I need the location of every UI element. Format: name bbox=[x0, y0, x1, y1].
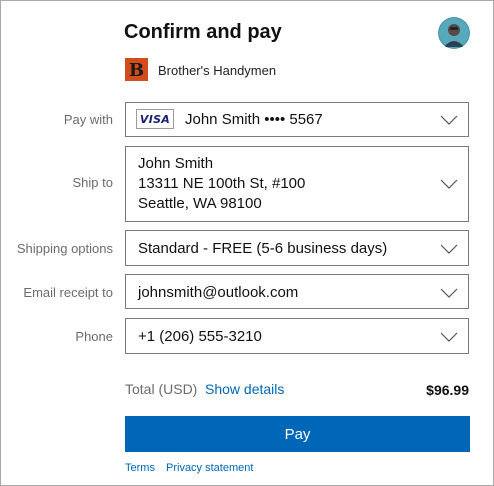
show-details-link[interactable]: Show details bbox=[205, 381, 284, 397]
phone-label: Phone bbox=[75, 329, 113, 344]
shipping-options-label: Shipping options bbox=[16, 241, 113, 256]
page-title: Confirm and pay bbox=[124, 21, 282, 43]
pay-with-label: Pay with bbox=[63, 112, 113, 127]
email-receipt-label: Email receipt to bbox=[23, 285, 113, 300]
chevron-down-icon bbox=[440, 332, 458, 342]
shipping-options-value: Standard - FREE (5-6 business days) bbox=[138, 240, 388, 257]
chevron-down-icon bbox=[440, 288, 458, 298]
user-avatar-icon[interactable] bbox=[438, 17, 470, 49]
email-receipt-value: johnsmith@outlook.com bbox=[138, 284, 299, 301]
ship-to-name: John Smith bbox=[138, 155, 214, 172]
merchant-name: Brother's Handymen bbox=[158, 63, 277, 78]
merchant-logo-icon: B bbox=[125, 58, 148, 81]
pay-with-value: John Smith •••• 5567 bbox=[185, 111, 323, 128]
email-receipt-select[interactable]: johnsmith@outlook.com bbox=[125, 274, 469, 309]
phone-select[interactable]: +1 (206) 555-3210 bbox=[125, 318, 469, 354]
chevron-down-icon bbox=[440, 244, 458, 254]
ship-to-city: Seattle, WA 98100 bbox=[138, 195, 262, 212]
payment-dialog: Confirm and pay B Brother's Handymen Pay… bbox=[0, 0, 494, 486]
chevron-down-icon bbox=[440, 179, 458, 189]
chevron-down-icon bbox=[440, 115, 458, 125]
shipping-options-select[interactable]: Standard - FREE (5-6 business days) bbox=[125, 230, 469, 266]
total-amount: $96.99 bbox=[426, 382, 469, 398]
svg-text:B: B bbox=[129, 60, 144, 81]
privacy-statement-link[interactable]: Privacy statement bbox=[166, 462, 253, 474]
total-label: Total (USD) bbox=[125, 381, 198, 397]
pay-button[interactable]: Pay bbox=[125, 416, 470, 452]
visa-card-icon: VISA bbox=[136, 109, 174, 129]
phone-value: +1 (206) 555-3210 bbox=[138, 328, 262, 345]
ship-to-label: Ship to bbox=[72, 175, 113, 190]
ship-to-street: 13311 NE 100th St, #100 bbox=[138, 175, 306, 192]
pay-with-select[interactable]: VISA John Smith •••• 5567 bbox=[125, 102, 469, 137]
terms-link[interactable]: Terms bbox=[125, 462, 155, 474]
ship-to-select[interactable]: John Smith 13311 NE 100th St, #100 Seatt… bbox=[125, 146, 469, 222]
